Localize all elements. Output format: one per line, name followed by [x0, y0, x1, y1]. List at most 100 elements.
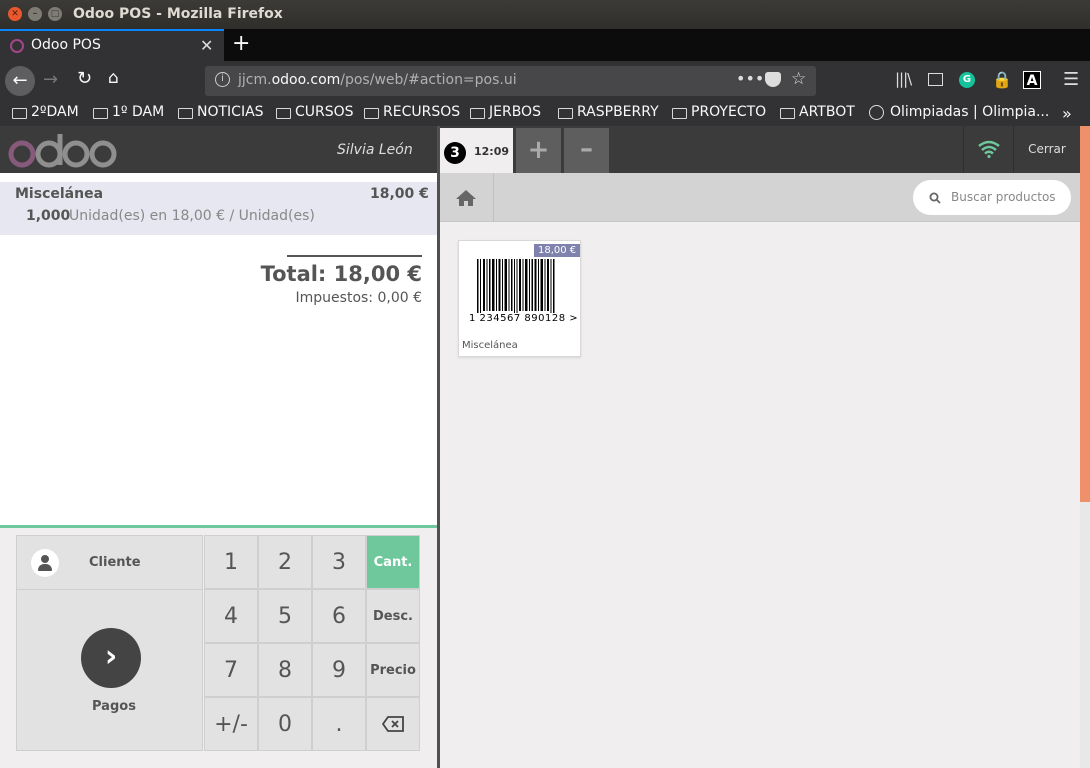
home-category-button[interactable] [440, 173, 494, 222]
numpad-key-8[interactable]: 8 [258, 643, 312, 697]
browser-tab[interactable]: Odoo POS ✕ [0, 29, 224, 61]
numpad-key-9[interactable]: 9 [312, 643, 366, 697]
numpad-key-6[interactable]: 6 [312, 589, 366, 643]
odoo-favicon-icon [10, 39, 24, 53]
chevron-right-icon: › [81, 628, 141, 688]
product-list: 18,00 € 1 234567 890128 > Miscelánea [440, 222, 1080, 768]
backspace-button[interactable] [366, 697, 420, 751]
product-price-tag: 18,00 € [534, 244, 581, 257]
folder-icon [178, 107, 193, 119]
window-titlebar: ✕ – □ Odoo POS - Mozilla Firefox [0, 0, 1090, 29]
order-total: Total: 18,00 € [260, 262, 422, 286]
search-icon [929, 192, 941, 204]
reload-icon[interactable]: ↻ [77, 68, 92, 89]
product-toolbar: Buscar productos [440, 173, 1080, 222]
folder-icon [672, 107, 687, 119]
more-bookmarks-icon[interactable]: » [1062, 104, 1072, 123]
page-actions-icon[interactable]: ••• [736, 69, 764, 88]
site-info-icon[interactable]: i [215, 72, 230, 87]
bookmark-folder[interactable]: RECURSOS [364, 104, 460, 120]
mode-quantity-button[interactable]: Cant. [366, 535, 420, 589]
url-text: jjcm.odoo.com/pos/web/#action=pos.ui [238, 72, 517, 88]
order-number-badge: 3 [444, 142, 466, 164]
numpad-key-plusminus[interactable]: +/- [204, 697, 258, 751]
folder-icon [276, 107, 291, 119]
close-window-icon[interactable]: ✕ [8, 7, 22, 21]
font-extension-icon[interactable]: A [1023, 71, 1041, 89]
barcode-number: 1 234567 890128 > [469, 313, 579, 324]
customer-button[interactable]: Cliente [16, 535, 203, 590]
home-category-icon [456, 190, 476, 206]
product-search-input[interactable]: Buscar productos [913, 180, 1071, 215]
bookmark-link[interactable]: Olimpiadas | Olimpia... [869, 104, 1049, 120]
grammarly-icon[interactable]: G [959, 72, 975, 88]
numpad-key-7[interactable]: 7 [204, 643, 258, 697]
forward-icon[interactable]: → [43, 69, 58, 90]
order-line[interactable]: Miscelánea 18,00 € 1,000 Unidad(es) en 1… [0, 182, 437, 235]
back-icon[interactable]: ← [5, 66, 35, 96]
bookmark-folder[interactable]: PROYECTO [672, 104, 766, 120]
wifi-icon [978, 140, 1000, 158]
numpad-key-4[interactable]: 4 [204, 589, 258, 643]
new-tab-icon[interactable]: + [232, 31, 250, 56]
bookmark-folder[interactable]: CURSOS [276, 104, 354, 120]
menu-icon[interactable]: ☰ [1063, 69, 1079, 90]
window-title: Odoo POS - Mozilla Firefox [73, 6, 283, 22]
folder-icon [558, 107, 573, 119]
url-bar[interactable]: i jjcm.odoo.com/pos/web/#action=pos.ui •… [205, 66, 816, 96]
order-line-detail: Unidad(es) en 18,00 € / Unidad(es) [69, 208, 315, 224]
customer-label: Cliente [89, 555, 141, 570]
bookmark-folder[interactable]: ARTBOT [780, 104, 855, 120]
product-name: Miscelánea [462, 340, 518, 351]
lock-extension-icon[interactable]: 🔒 [992, 70, 1012, 89]
bookmark-star-icon[interactable]: ☆ [791, 69, 806, 89]
numpad-key-5[interactable]: 5 [258, 589, 312, 643]
minimize-window-icon[interactable]: – [28, 7, 42, 21]
mode-discount-button[interactable]: Desc. [366, 589, 420, 643]
folder-icon [12, 107, 27, 119]
folder-icon [364, 107, 379, 119]
product-card[interactable]: 18,00 € 1 234567 890128 > Miscelánea [458, 240, 581, 357]
close-tab-icon[interactable]: ✕ [200, 36, 213, 55]
total-divider [287, 255, 422, 257]
order-line-name: Miscelánea [15, 186, 104, 202]
user-name[interactable]: Silvia León [337, 142, 413, 158]
odoo-logo [8, 134, 117, 168]
bookmark-folder[interactable]: JERBOS [470, 104, 541, 120]
numpad-key-dot[interactable]: . [312, 697, 366, 751]
add-order-button[interactable]: + [516, 128, 561, 173]
scrollbar-thumb[interactable] [1080, 126, 1090, 502]
order-panel: Miscelánea 18,00 € 1,000 Unidad(es) en 1… [0, 173, 437, 525]
pos-header: Silvia León 3 12:09 + – Cerrar [0, 126, 1080, 173]
folder-icon [780, 107, 795, 119]
maximize-window-icon[interactable]: □ [48, 7, 62, 21]
sidebar-icon[interactable] [928, 73, 943, 86]
order-line-price: 18,00 € [370, 186, 429, 202]
numpad-key-0[interactable]: 0 [258, 697, 312, 751]
numpad-key-1[interactable]: 1 [204, 535, 258, 589]
pocket-icon[interactable] [765, 72, 781, 87]
numpad-key-3[interactable]: 3 [312, 535, 366, 589]
bookmark-folder[interactable]: 2ºDAM [12, 104, 79, 120]
bookmark-folder[interactable]: RASPBERRY [558, 104, 659, 120]
library-icon[interactable]: |||\ [895, 70, 912, 88]
numpad-key-2[interactable]: 2 [258, 535, 312, 589]
order-taxes: Impuestos: 0,00 € [295, 290, 422, 306]
close-session-button[interactable]: Cerrar [1013, 126, 1080, 173]
order-tab[interactable]: 3 12:09 [440, 128, 513, 173]
folder-icon [470, 107, 485, 119]
bookmarks-bar: 2ºDAM 1º DAM NOTICIAS CURSOS RECURSOS JE… [0, 101, 1090, 126]
order-line-qty: 1,000 [26, 208, 71, 224]
home-icon[interactable]: ⌂ [108, 68, 119, 88]
user-icon [31, 549, 59, 577]
wifi-status[interactable] [963, 126, 1013, 173]
payment-button[interactable]: › Pagos [16, 589, 203, 751]
remove-order-button[interactable]: – [564, 128, 609, 173]
folder-icon [93, 107, 108, 119]
bookmark-folder[interactable]: 1º DAM [93, 104, 164, 120]
order-time: 12:09 [474, 145, 510, 158]
bookmark-folder[interactable]: NOTICIAS [178, 104, 264, 120]
barcode-image [477, 259, 555, 317]
mode-price-button[interactable]: Precio [366, 643, 420, 697]
globe-icon [869, 104, 884, 120]
